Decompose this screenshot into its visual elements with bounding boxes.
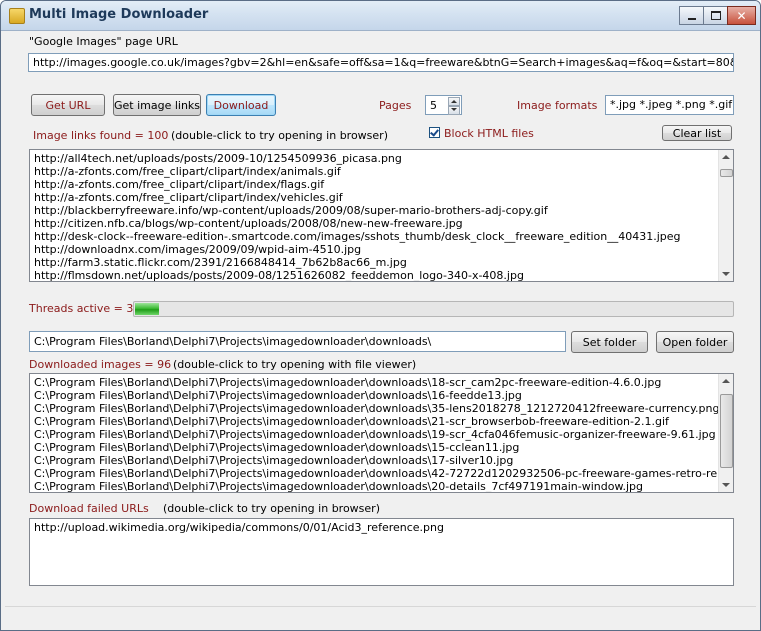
list-item[interactable]: C:\Program Files\Borland\Delphi7\Project… [30, 441, 733, 454]
download-button[interactable]: Download [206, 94, 276, 116]
app-window: Multi Image Downloader ✕ "Google Images"… [0, 0, 761, 631]
block-html-label: Block HTML files [444, 127, 534, 140]
image-links-list[interactable]: http://all4tech.net/uploads/posts/2009-1… [29, 149, 734, 282]
pages-value: 5 [430, 99, 437, 112]
list-item[interactable]: http://a-zfonts.com/free_clipart/clipart… [30, 191, 733, 204]
pages-spinner[interactable]: 5 [425, 95, 462, 115]
list-item[interactable]: http://all4tech.net/uploads/posts/2009-1… [30, 152, 733, 165]
window-controls: ✕ [679, 6, 756, 25]
pages-label: Pages [379, 99, 412, 112]
image-formats-input[interactable]: *.jpg *.jpeg *.png *.gif [605, 95, 734, 115]
downloaded-scrollbar[interactable] [718, 374, 733, 492]
window-title: Multi Image Downloader [29, 7, 209, 22]
list-item[interactable]: C:\Program Files\Borland\Delphi7\Project… [30, 454, 733, 467]
set-folder-button[interactable]: Set folder [571, 331, 648, 353]
minimize-button[interactable] [679, 6, 704, 25]
close-button[interactable]: ✕ [727, 6, 756, 25]
threads-progress-bar [133, 301, 734, 317]
url-input[interactable]: http://images.google.co.uk/images?gbv=2&… [28, 53, 734, 72]
spin-down-button[interactable] [448, 106, 460, 115]
arrow-down-icon [451, 108, 457, 111]
links-found-label: Image links found = 100 [33, 129, 169, 142]
threads-label: Threads active = 3 [29, 302, 134, 315]
checkmark-icon [430, 127, 439, 137]
list-item[interactable]: http://a-zfonts.com/free_clipart/clipart… [30, 165, 733, 178]
block-html-checkbox[interactable] [429, 127, 440, 138]
list-item[interactable]: C:\Program Files\Borland\Delphi7\Project… [30, 467, 733, 480]
list-item[interactable]: http://citizen.nfb.ca/blogs/wp-content/u… [30, 217, 733, 230]
client-area: "Google Images" page URL http://images.g… [5, 31, 756, 626]
list-item[interactable]: http://downloadnx.com/images/2009/09/wpi… [30, 243, 733, 256]
folder-path-input[interactable]: C:\Program Files\Borland\Delphi7\Project… [29, 331, 566, 352]
image-links-rows: http://all4tech.net/uploads/posts/2009-1… [30, 152, 733, 281]
scroll-down-icon[interactable] [722, 483, 730, 487]
image-formats-label: Image formats [517, 99, 598, 112]
list-item[interactable]: http://desk-clock--freeware-edition-.sma… [30, 230, 733, 243]
downloaded-hint: (double-click to try opening with file v… [173, 358, 417, 371]
failed-hint: (double-click to try opening in browser) [163, 502, 380, 515]
downloaded-images-list[interactable]: C:\Program Files\Borland\Delphi7\Project… [29, 373, 734, 493]
links-hint: (double-click to try opening in browser) [171, 129, 388, 142]
failed-label: Download failed URLs [29, 502, 149, 515]
downloaded-rows: C:\Program Files\Borland\Delphi7\Project… [30, 376, 733, 492]
list-item[interactable]: C:\Program Files\Borland\Delphi7\Project… [30, 428, 733, 441]
arrow-up-icon [451, 100, 457, 103]
get-url-button[interactable]: Get URL [31, 94, 105, 116]
links-scrollbar[interactable] [718, 150, 733, 281]
get-image-links-button[interactable]: Get image links [113, 94, 201, 116]
list-item[interactable]: http://farm3.static.flickr.com/2391/2166… [30, 256, 733, 269]
failed-rows: http://upload.wikimedia.org/wikipedia/co… [30, 521, 733, 534]
threads-progress-fill [135, 303, 159, 315]
list-item[interactable]: http://upload.wikimedia.org/wikipedia/co… [30, 521, 733, 534]
scroll-thumb[interactable] [720, 394, 733, 468]
failed-urls-list[interactable]: http://upload.wikimedia.org/wikipedia/co… [29, 518, 734, 586]
pages-spin-buttons [448, 97, 460, 115]
list-item[interactable]: C:\Program Files\Borland\Delphi7\Project… [30, 402, 733, 415]
minimize-icon [687, 17, 696, 20]
maximize-button[interactable] [703, 6, 728, 25]
list-item[interactable]: http://blackberryfreeware.info/wp-conten… [30, 204, 733, 217]
app-icon [9, 8, 25, 24]
list-item[interactable]: http://a-zfonts.com/free_clipart/clipart… [30, 178, 733, 191]
close-icon: ✕ [736, 8, 747, 23]
scroll-up-icon[interactable] [722, 379, 730, 383]
open-folder-button[interactable]: Open folder [656, 331, 734, 353]
scroll-thumb[interactable] [720, 169, 733, 177]
list-item[interactable]: C:\Program Files\Borland\Delphi7\Project… [30, 389, 733, 402]
list-item[interactable]: C:\Program Files\Borland\Delphi7\Project… [30, 480, 733, 492]
list-item[interactable]: C:\Program Files\Borland\Delphi7\Project… [30, 415, 733, 428]
scroll-up-icon[interactable] [722, 155, 730, 159]
spin-up-button[interactable] [448, 97, 460, 106]
maximize-icon [710, 11, 721, 20]
url-label: "Google Images" page URL [29, 35, 178, 48]
list-item[interactable]: http://flmsdown.net/uploads/posts/2009-0… [30, 269, 733, 281]
clear-list-button[interactable]: Clear list [662, 125, 732, 141]
title-bar[interactable]: Multi Image Downloader ✕ [1, 1, 760, 31]
downloaded-label: Downloaded images = 96 [29, 358, 172, 371]
status-bar [5, 606, 756, 626]
list-item[interactable]: C:\Program Files\Borland\Delphi7\Project… [30, 376, 733, 389]
scroll-down-icon[interactable] [722, 272, 730, 276]
